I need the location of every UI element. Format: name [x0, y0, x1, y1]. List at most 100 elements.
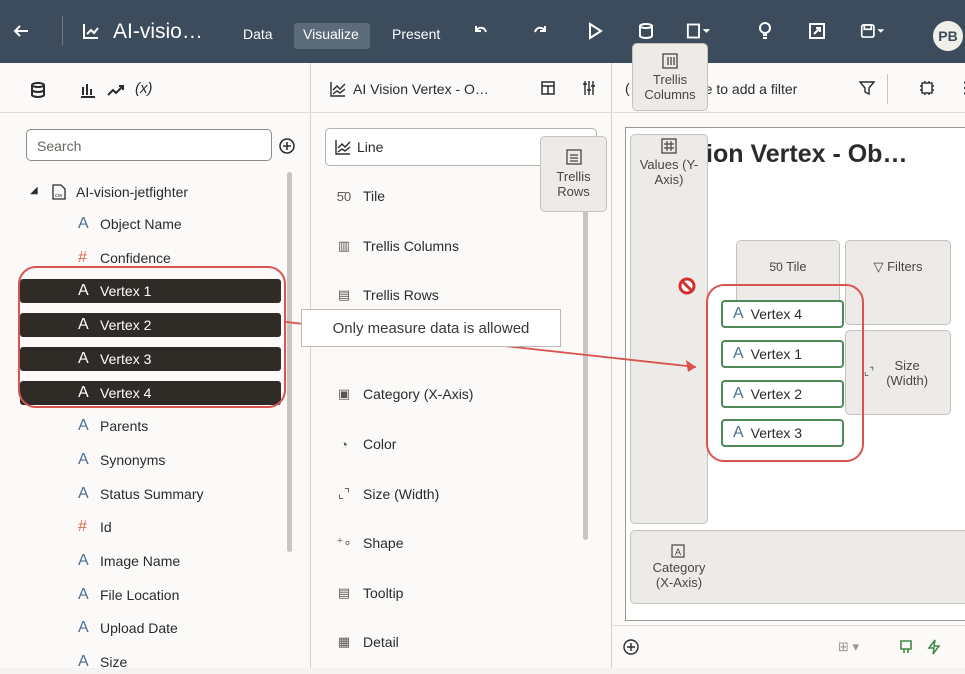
trellis-rows-drop-target[interactable]: Trellis Rows: [540, 136, 607, 212]
viz-title[interactable]: AI Vision Vertex - O…: [353, 81, 489, 97]
avatar[interactable]: PB: [933, 21, 963, 51]
search-input[interactable]: Search: [26, 129, 272, 161]
attribute-a-icon: A: [78, 484, 89, 502]
grammar-item[interactable]: ▣ Category (X-Axis): [329, 380, 589, 408]
filter-icon[interactable]: [857, 79, 877, 97]
size-icon: ⌞⌝: [863, 366, 875, 378]
field-label: File Location: [100, 586, 180, 603]
grammar-label: Size (Width): [363, 485, 440, 502]
field-label: Status Summary: [100, 485, 204, 502]
field-item[interactable]: A File Location: [20, 583, 281, 607]
field-label: Upload Date: [100, 620, 178, 637]
line-chart-icon: [334, 138, 352, 156]
field-label: Parents: [100, 418, 149, 435]
grid-dropdown-icon[interactable]: ⊞ ▾: [838, 639, 859, 655]
lightning-icon[interactable]: [926, 639, 942, 655]
calculations-icon[interactable]: (x): [135, 80, 153, 97]
trellis-rows-icon: ▤: [337, 287, 351, 303]
not-allowed-icon: [678, 277, 696, 295]
grammar-item[interactable]: ▥ Trellis Columns: [329, 232, 589, 260]
field-item[interactable]: A Status Summary: [20, 482, 281, 506]
trellis-rows-label: Trellis Rows: [556, 169, 591, 199]
trellis-columns-drop-target[interactable]: Trellis Columns: [632, 43, 708, 111]
trellis-columns-icon: [662, 52, 678, 69]
category-x-axis-drop-target[interactable]: A Category (X-Axis): [630, 530, 965, 604]
tile-icon: 5̄0: [336, 188, 352, 204]
grammar-item[interactable]: ⁺∘ Shape: [329, 529, 589, 557]
trellis-rows-icon: [565, 149, 582, 165]
panel-divider: [0, 112, 311, 113]
tab-visualize[interactable]: Visualize: [303, 26, 359, 42]
trellis-columns-icon: ▥: [337, 237, 351, 253]
green-marker-icon[interactable]: [898, 639, 914, 655]
tile-icon: 5̄0: [769, 260, 783, 274]
svg-text:A: A: [675, 547, 681, 557]
field-item[interactable]: A Image Name: [20, 549, 281, 573]
more-menu-icon[interactable]: ⋮: [957, 78, 965, 98]
save-icon[interactable]: [860, 18, 886, 44]
dataset-name[interactable]: AI-vision-jetfighter: [76, 184, 188, 200]
values-icon: [661, 138, 677, 154]
play-icon[interactable]: [582, 18, 608, 44]
attribute-a-icon: A: [78, 619, 89, 637]
field-item[interactable]: # Id: [20, 515, 281, 539]
top-toolbar: AI-visio… Data Visualize Present PB: [0, 0, 965, 63]
attribute-a-icon: A: [78, 585, 89, 603]
tab-present[interactable]: Present: [392, 26, 440, 42]
tab-data[interactable]: Data: [243, 26, 273, 42]
properties-icon[interactable]: [539, 79, 557, 97]
field-item[interactable]: A Parents: [20, 414, 281, 438]
size-icon: ⌞⌝: [337, 485, 351, 501]
database-icon[interactable]: [26, 78, 50, 102]
field-label: Synonyms: [100, 451, 166, 468]
attribute-a-icon: A: [78, 215, 89, 232]
svg-text:csv: csv: [55, 193, 63, 199]
grammar-item[interactable]: ▤ Tooltip: [329, 579, 589, 607]
attribute-a-icon: A: [78, 653, 89, 671]
analytics-trend-icon[interactable]: [104, 78, 128, 102]
toolbar-divider: [62, 16, 63, 46]
redo-icon[interactable]: [528, 18, 554, 44]
field-label: Object Name: [100, 216, 182, 232]
undo-icon[interactable]: [467, 18, 493, 44]
field-item[interactable]: A Upload Date: [20, 616, 281, 640]
export-icon[interactable]: [804, 18, 830, 44]
chip-settings-icon[interactable]: [917, 79, 937, 97]
grammar-item[interactable]: ▤ Trellis Rows: [329, 281, 589, 309]
filters-funnel-icon: ▽: [873, 259, 884, 274]
field-label: Id: [100, 519, 112, 536]
add-canvas-icon[interactable]: [622, 638, 640, 656]
measure-hash-icon: #: [78, 518, 87, 536]
csv-file-icon: csv: [50, 183, 68, 201]
add-data-icon[interactable]: [278, 137, 296, 155]
measure-hash-icon: #: [78, 248, 87, 266]
viz-type-label: Line: [357, 139, 384, 155]
sliders-icon[interactable]: [580, 79, 598, 97]
collapse-triangle-icon[interactable]: ◢: [30, 185, 38, 196]
grammar-item[interactable]: ▦ Detail: [329, 628, 589, 656]
insights-bulb-icon[interactable]: [752, 18, 778, 44]
back-arrow-icon[interactable]: [8, 18, 34, 44]
grammar-label: Tooltip: [363, 584, 404, 601]
field-item[interactable]: A Size: [20, 650, 281, 674]
visualizations-icon[interactable]: [76, 78, 100, 102]
field-item[interactable]: A Object Name: [20, 212, 281, 236]
field-item[interactable]: A Synonyms: [20, 448, 281, 472]
workbook-chart-icon: [78, 18, 104, 44]
grammar-label: Trellis Rows: [363, 287, 439, 304]
workbook-title[interactable]: AI-visio…: [113, 20, 203, 44]
field-label: Image Name: [100, 553, 181, 569]
data-source-icon[interactable]: [633, 18, 659, 44]
dragged-chips-highlight: [706, 284, 864, 462]
values-y-axis-label: Values (Y-Axis): [639, 157, 699, 187]
viz-type-icon: [329, 80, 347, 98]
grammar-item[interactable]: ◔ Color: [329, 430, 589, 458]
attribute-a-icon: A: [78, 552, 89, 569]
grammar-item[interactable]: ⌞⌝ Size (Width): [329, 480, 589, 508]
filters-label: ▽ Filters: [873, 259, 923, 274]
grammar-label: Color: [363, 436, 397, 452]
selected-fields-highlight: [18, 266, 286, 408]
field-label: Confidence: [100, 249, 171, 266]
filter-divider: [887, 74, 888, 104]
page-menu-icon[interactable]: [686, 18, 712, 44]
